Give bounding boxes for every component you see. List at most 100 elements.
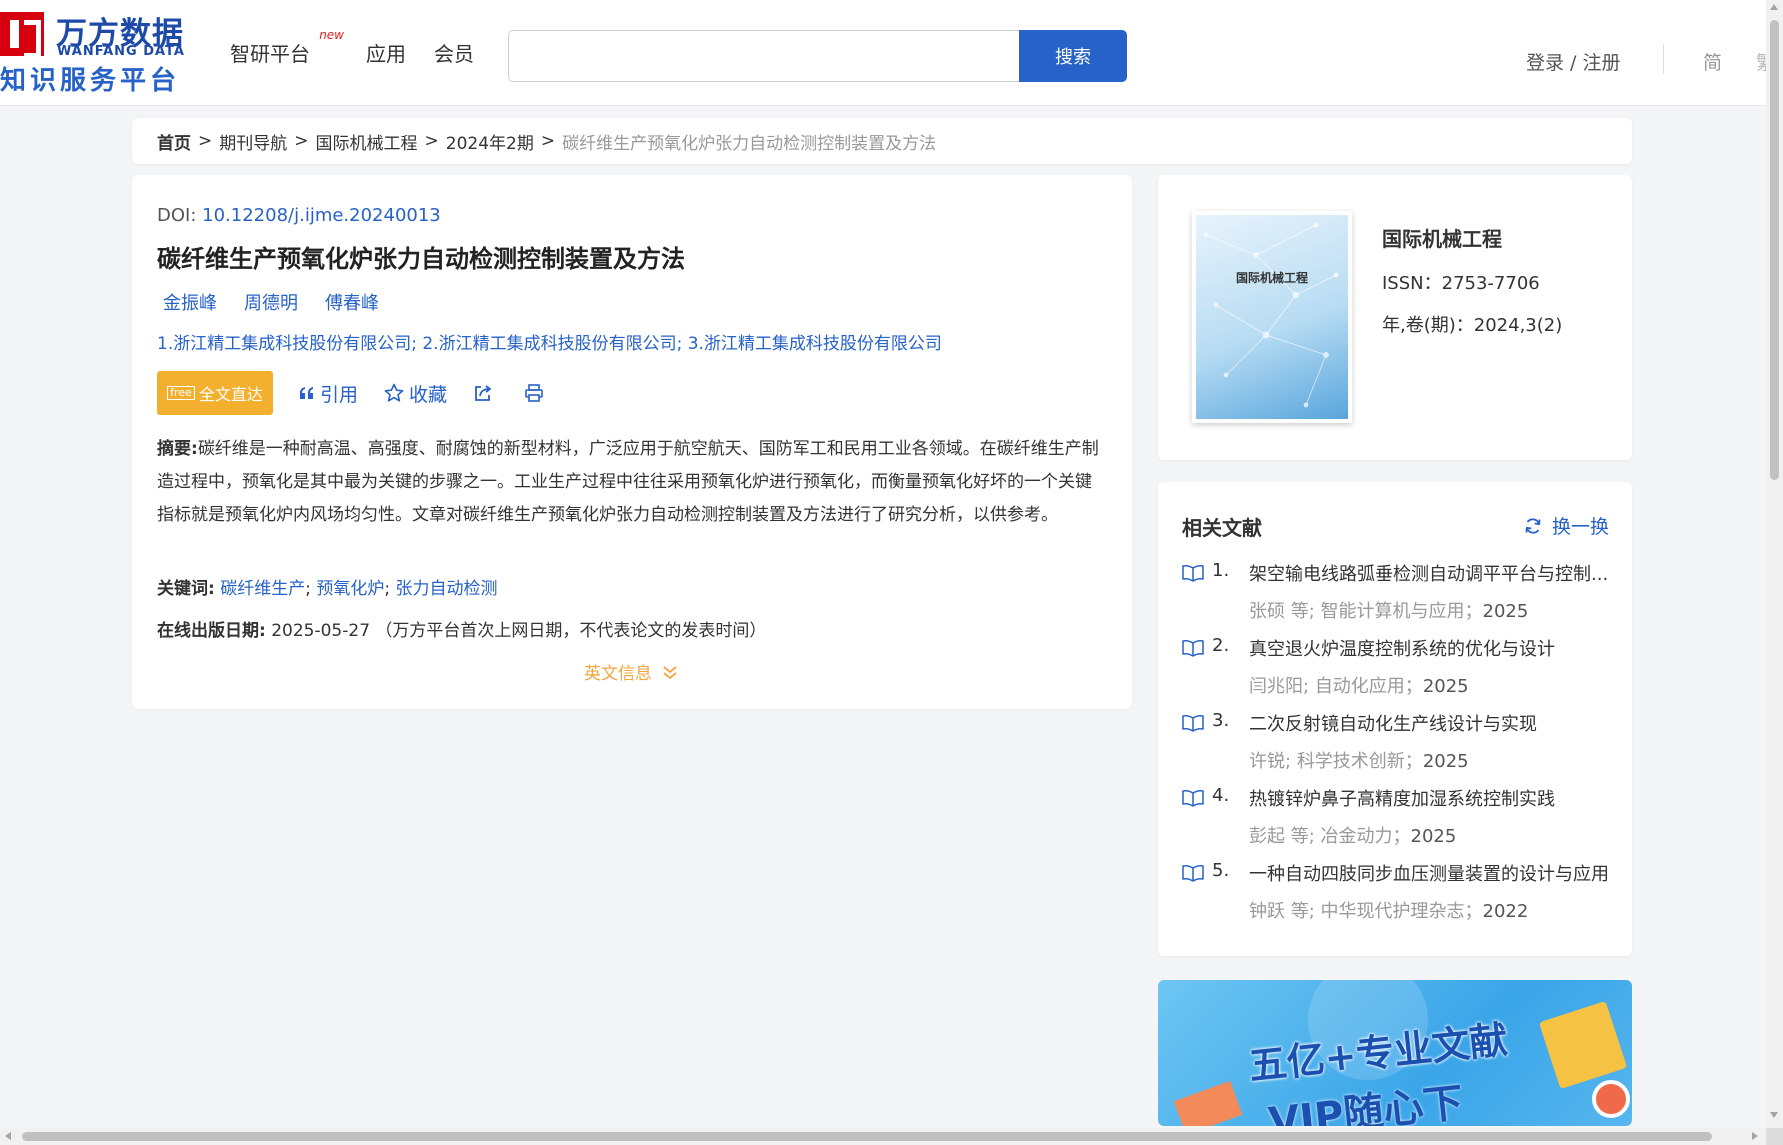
keywords-label: 关键词: bbox=[157, 579, 215, 599]
item-authors: 彭起 等; bbox=[1249, 826, 1315, 847]
doi-link[interactable]: 10.12208/j.ijme.20240013 bbox=[202, 205, 441, 226]
item-meta: 许锐; 科学技术创新；2025 bbox=[1249, 747, 1469, 773]
book-icon bbox=[1182, 565, 1204, 582]
lang-simplified[interactable]: 简 bbox=[1703, 48, 1722, 75]
header-divider bbox=[1663, 44, 1664, 74]
item-number: 1. bbox=[1212, 560, 1230, 581]
related-article-link[interactable]: 二次反射镜自动化生产线设计与实现 bbox=[1249, 710, 1612, 736]
double-chevron-down-icon bbox=[663, 665, 677, 679]
login-register-link[interactable]: 登录 / 注册 bbox=[1526, 48, 1620, 75]
online-pub-date: 在线出版日期: 2025-05-27 （万方平台首次上网日期，不代表论文的发表时… bbox=[157, 616, 766, 641]
share-button[interactable] bbox=[473, 383, 498, 403]
scroll-up-arrow-icon[interactable] bbox=[1770, 4, 1778, 10]
lang-traditional[interactable]: 繁 bbox=[1756, 48, 1766, 75]
abstract: 摘要:碳纤维是一种耐高温、高强度、耐腐蚀的新型材料，广泛应用于航空航天、国防军工… bbox=[157, 433, 1107, 532]
journal-cover[interactable]: 国际机械工程 bbox=[1192, 211, 1352, 423]
author-link[interactable]: 金振峰 bbox=[163, 289, 217, 315]
item-source[interactable]: 中华现代护理杂志； bbox=[1321, 901, 1483, 922]
doi-label: DOI: bbox=[157, 205, 197, 226]
article-actions: free 全文直达 引用 收藏 bbox=[157, 371, 549, 415]
related-title: 相关文献 bbox=[1182, 516, 1262, 540]
book-illustration-icon bbox=[1538, 1000, 1628, 1090]
abstract-text: 碳纤维是一种耐高温、高强度、耐腐蚀的新型材料，广泛应用于航空航天、国防军工和民用… bbox=[157, 439, 1099, 525]
item-year: 2025 bbox=[1422, 751, 1469, 772]
item-number: 4. bbox=[1212, 785, 1230, 806]
logo-subtitle: 知识服务平台 bbox=[0, 66, 181, 96]
english-info-label: 英文信息 bbox=[584, 664, 652, 684]
list-item: 4. 热镀锌炉鼻子高精度加湿系统控制实践 彭起 等; 冶金动力；2025 bbox=[1182, 785, 1612, 860]
favorite-button[interactable]: 收藏 bbox=[384, 380, 447, 407]
item-authors: 张硕 等; bbox=[1249, 601, 1315, 622]
keyword-link[interactable]: 预氧化炉 bbox=[316, 579, 384, 599]
item-year: 2025 bbox=[1422, 676, 1469, 697]
item-meta: 闫兆阳; 自动化应用；2025 bbox=[1249, 672, 1469, 698]
cover-network-pattern bbox=[1203, 222, 1339, 408]
scrollbar-corner bbox=[1766, 1128, 1783, 1145]
item-year: 2025 bbox=[1482, 601, 1529, 622]
search-button[interactable]: 搜索 bbox=[1019, 30, 1127, 82]
book-icon bbox=[1182, 790, 1204, 807]
vertical-scroll-thumb[interactable] bbox=[1770, 20, 1779, 480]
journal-name[interactable]: 国际机械工程 bbox=[1382, 223, 1502, 252]
item-meta: 张硕 等; 智能计算机与应用；2025 bbox=[1249, 597, 1528, 623]
nav-zhiyan-platform[interactable]: 智研平台 new bbox=[230, 28, 344, 67]
refresh-button[interactable]: 换一换 bbox=[1524, 512, 1609, 539]
nav-apps[interactable]: 应用 bbox=[366, 38, 406, 67]
scroll-left-arrow-icon[interactable] bbox=[5, 1132, 11, 1140]
breadcrumb-issue[interactable]: 2024年2期 bbox=[446, 129, 534, 154]
keyword-separator: ; bbox=[305, 579, 311, 599]
breadcrumb-separator: > bbox=[198, 131, 213, 151]
scroll-right-arrow-icon[interactable] bbox=[1752, 1132, 1758, 1140]
keyword-separator: ; bbox=[384, 579, 391, 599]
horizontal-scroll-thumb[interactable] bbox=[22, 1132, 1712, 1141]
item-year: 2025 bbox=[1410, 826, 1457, 847]
horizontal-scrollbar[interactable] bbox=[0, 1128, 1766, 1145]
english-info-toggle[interactable]: 英文信息 bbox=[584, 659, 680, 684]
author-link[interactable]: 周德明 bbox=[244, 289, 298, 315]
affiliations[interactable]: 1.浙江精工集成科技股份有限公司; 2.浙江精工集成科技股份有限公司; 3.浙江… bbox=[157, 329, 942, 354]
keyword-link[interactable]: 碳纤维生产 bbox=[220, 579, 305, 599]
nav-membership[interactable]: 会员 bbox=[434, 38, 474, 67]
item-source[interactable]: 智能计算机与应用； bbox=[1321, 601, 1483, 622]
keyword-link[interactable]: 张力自动检测 bbox=[396, 579, 498, 599]
breadcrumb-journal[interactable]: 国际机械工程 bbox=[316, 129, 418, 154]
doi-line: DOI: 10.12208/j.ijme.20240013 bbox=[157, 205, 441, 226]
breadcrumb: 首页 > 期刊导航 > 国际机械工程 > 2024年2期 > 碳纤维生产预氧化炉… bbox=[132, 118, 1632, 164]
logo-english-name: WANFANG DATA bbox=[57, 44, 185, 59]
related-article-link[interactable]: 架空输电线路弧垂检测自动调平平台与控制... bbox=[1249, 560, 1612, 586]
breadcrumb-home[interactable]: 首页 bbox=[157, 129, 191, 154]
vertical-scrollbar[interactable] bbox=[1766, 0, 1783, 1145]
breadcrumb-journal-nav[interactable]: 期刊导航 bbox=[219, 129, 287, 154]
book-icon bbox=[1182, 865, 1204, 882]
abstract-label: 摘要: bbox=[157, 439, 198, 459]
item-number: 2. bbox=[1212, 635, 1230, 656]
search-input[interactable] bbox=[508, 30, 1020, 82]
cite-button[interactable]: 引用 bbox=[299, 380, 358, 407]
book-icon bbox=[1182, 640, 1204, 657]
fulltext-button[interactable]: free 全文直达 bbox=[157, 371, 273, 415]
item-meta: 彭起 等; 冶金动力；2025 bbox=[1249, 822, 1456, 848]
breadcrumb-current: 碳纤维生产预氧化炉张力自动检测控制装置及方法 bbox=[562, 133, 937, 154]
related-literature-card: 相关文献 换一换 1. 架空输电线路弧垂检测自动调平平台与控制... 张硕 等;… bbox=[1158, 482, 1632, 956]
breadcrumb-separator: > bbox=[424, 131, 439, 151]
item-source[interactable]: 自动化应用； bbox=[1315, 676, 1423, 697]
related-article-link[interactable]: 真空退火炉温度控制系统的优化与设计 bbox=[1249, 635, 1612, 661]
vip-promo-banner[interactable]: 五亿+专业文献 VIP随心下 bbox=[1158, 980, 1632, 1126]
pubdate-note: （万方平台首次上网日期，不代表论文的发表时间） bbox=[375, 621, 767, 641]
item-source[interactable]: 冶金动力； bbox=[1321, 826, 1411, 847]
author-list: 金振峰 周德明 傅春峰 bbox=[163, 289, 406, 315]
related-article-link[interactable]: 一种自动四肢同步血压测量装置的设计与应用 bbox=[1249, 860, 1612, 886]
item-meta: 钟跃 等; 中华现代护理杂志；2022 bbox=[1249, 897, 1528, 923]
print-button[interactable] bbox=[524, 383, 549, 403]
author-link[interactable]: 傅春峰 bbox=[325, 289, 379, 315]
related-article-link[interactable]: 热镀锌炉鼻子高精度加湿系统控制实践 bbox=[1249, 785, 1612, 811]
item-authors: 闫兆阳; bbox=[1249, 676, 1310, 697]
book-icon bbox=[1182, 715, 1204, 732]
item-source[interactable]: 科学技术创新； bbox=[1297, 751, 1423, 772]
scroll-down-arrow-icon[interactable] bbox=[1770, 1112, 1778, 1118]
item-authors: 许锐; bbox=[1249, 751, 1292, 772]
keywords: 关键词: 碳纤维生产; 预氧化炉; 张力自动检测 bbox=[157, 574, 498, 599]
share-icon bbox=[475, 385, 491, 401]
list-item: 3. 二次反射镜自动化生产线设计与实现 许锐; 科学技术创新；2025 bbox=[1182, 710, 1612, 785]
wanfang-logo[interactable]: 万方数据 WANFANG DATA 知识服务平台 bbox=[0, 8, 190, 96]
